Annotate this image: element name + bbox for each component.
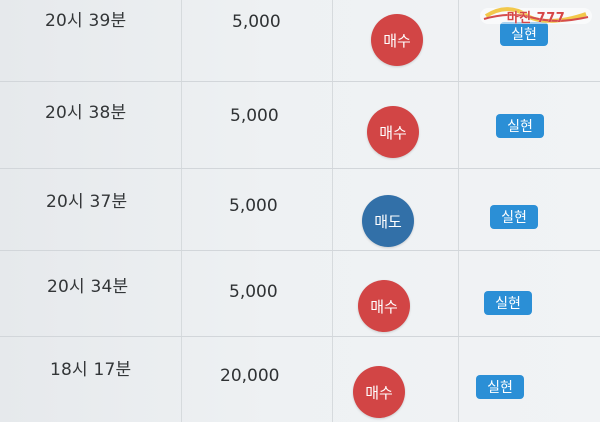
trade-type-badge: 매도 — [362, 195, 414, 247]
amount-cell: 5,000 — [229, 282, 278, 302]
amount-cell: 5,000 — [230, 106, 279, 126]
trade-history-screen: 20시 39분 5,000 매수 실현 20시 38분 5,000 매수 실현 … — [0, 0, 600, 422]
amount-cell: 5,000 — [232, 12, 281, 32]
status-badge: 실현 — [496, 114, 544, 138]
time-cell: 20시 39분 — [45, 11, 127, 31]
amount-cell: 20,000 — [220, 366, 280, 386]
trade-type-badge: 매수 — [358, 280, 410, 332]
watermark-logo: 마진 777 — [480, 4, 592, 28]
table-row[interactable]: 20시 37분 5,000 매도 실현 — [0, 172, 600, 258]
trade-type-badge: 매수 — [367, 106, 419, 158]
table-row[interactable]: 20시 38분 5,000 매수 실현 — [0, 86, 600, 172]
status-badge: 실현 — [476, 375, 524, 399]
trade-history-table: 20시 39분 5,000 매수 실현 20시 38분 5,000 매수 실현 … — [0, 0, 600, 422]
amount-cell: 5,000 — [229, 196, 278, 216]
watermark-text: 마진 777 — [506, 10, 566, 26]
time-cell: 20시 34분 — [47, 277, 129, 297]
status-badge: 실현 — [490, 205, 538, 229]
table-row[interactable]: 18시 17분 20,000 매수 실현 — [0, 342, 600, 422]
time-cell: 20시 37분 — [46, 192, 128, 212]
time-cell: 18시 17분 — [50, 360, 132, 380]
trade-type-badge: 매수 — [353, 366, 405, 418]
status-badge: 실현 — [484, 291, 532, 315]
trade-type-badge: 매수 — [371, 14, 423, 66]
table-row[interactable]: 20시 34분 5,000 매수 실현 — [0, 256, 600, 342]
time-cell: 20시 38분 — [45, 103, 127, 123]
